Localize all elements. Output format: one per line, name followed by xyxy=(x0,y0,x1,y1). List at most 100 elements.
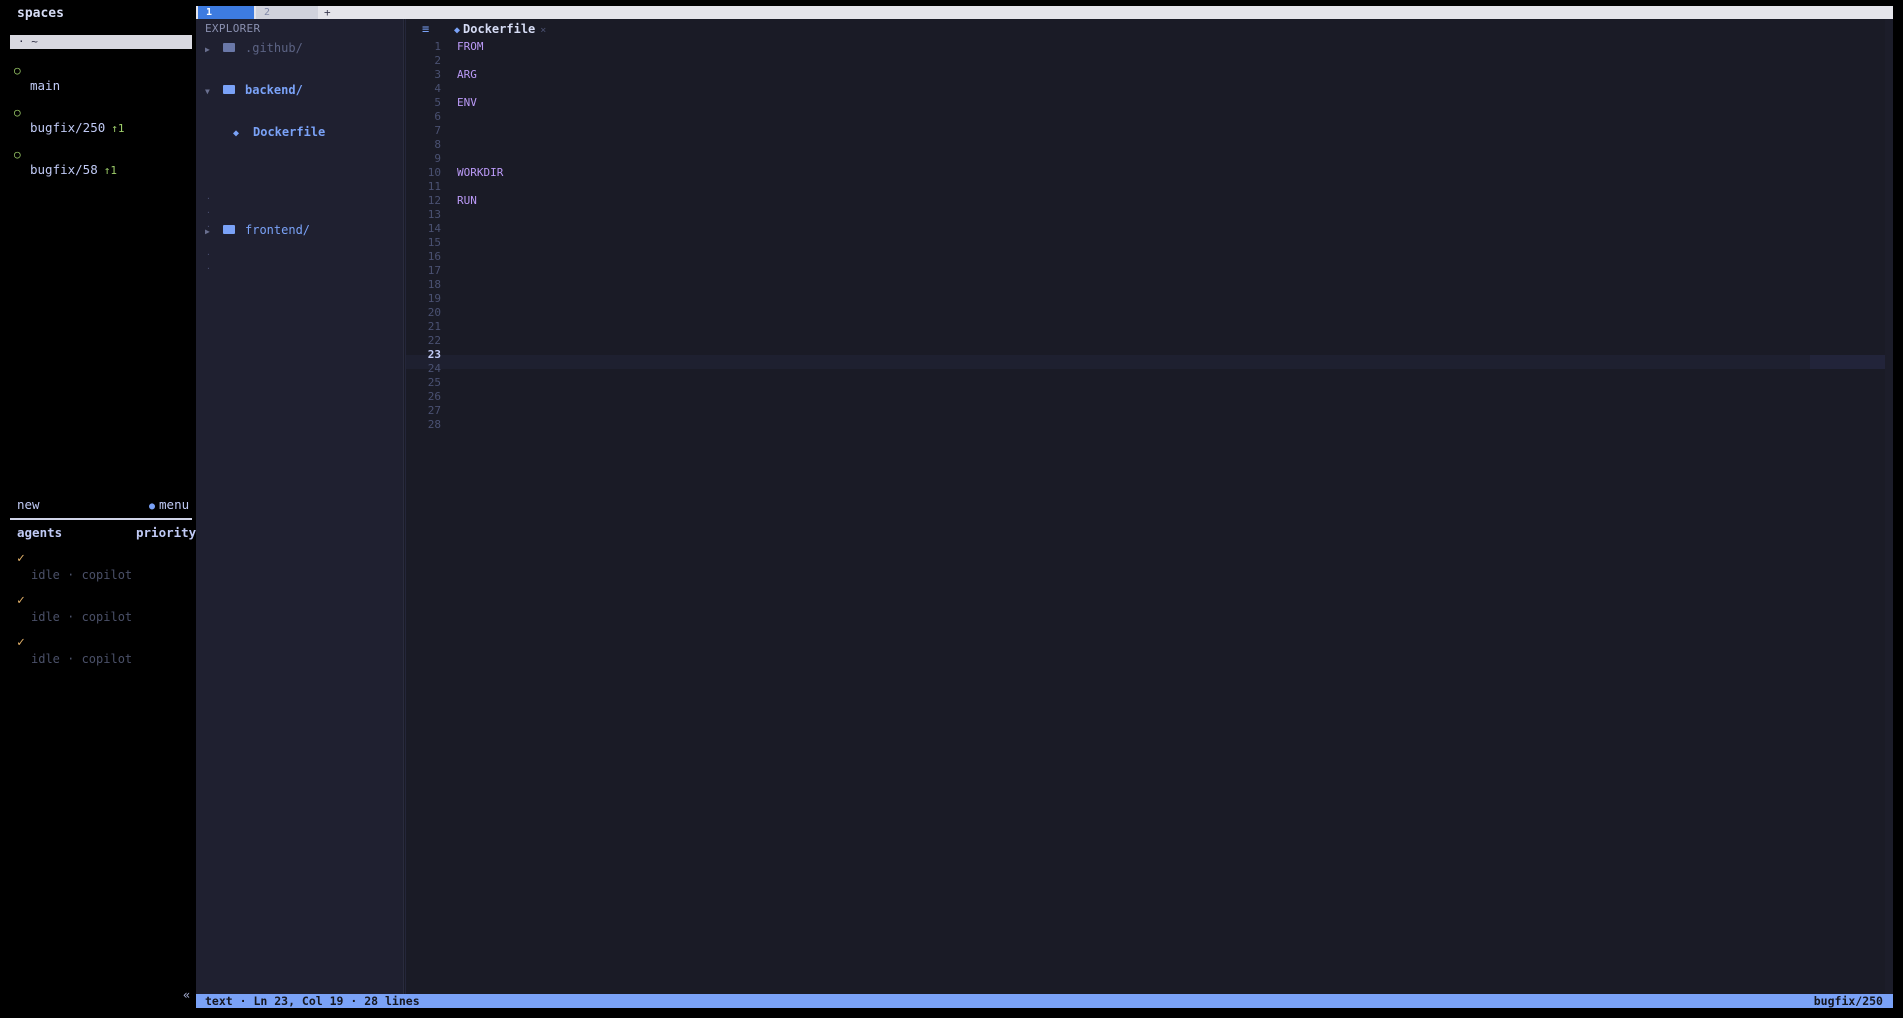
agents-header: agents xyxy=(17,525,63,540)
docker-icon: ◆ xyxy=(454,25,461,36)
space-item-bugfix-58[interactable]: ○ bugfix/58 ↑1 xyxy=(14,148,194,178)
tree-file-dockerfile[interactable]: ◆ Dockerfile xyxy=(233,124,325,140)
check-icon: ✓ xyxy=(17,635,25,650)
tree-folder-frontend[interactable]: ▶ frontend/ xyxy=(205,222,310,238)
tree-item-label: frontend/ xyxy=(245,223,311,237)
line-number: 3 xyxy=(434,68,441,81)
line-number: 16 xyxy=(427,250,441,263)
line-number: 22 xyxy=(427,334,441,347)
line-number: 23 xyxy=(427,348,441,361)
check-icon: ✓ xyxy=(17,551,25,566)
space-item-bugfix-250[interactable]: ○ bugfix/250 ↑1 xyxy=(14,106,194,136)
code-line-1: FROM xyxy=(457,40,484,53)
line-number: 5 xyxy=(434,96,441,109)
code-line-5: ENV xyxy=(457,96,477,109)
line-number: 19 xyxy=(427,292,441,305)
window-tab-1[interactable]: 1 xyxy=(198,6,254,19)
chevron-right-icon: ▶ xyxy=(205,227,210,236)
menu-icon[interactable]: ≡ xyxy=(422,22,429,36)
space-name: bugfix/58 xyxy=(30,162,98,177)
space-item-main[interactable]: ○ main xyxy=(14,64,194,94)
line-number: 11 xyxy=(427,180,441,193)
space-status-icon: ○ xyxy=(14,64,21,77)
add-tab-button[interactable]: + xyxy=(322,6,342,19)
line-number: 14 xyxy=(427,222,441,235)
window-tab-2[interactable]: 2 xyxy=(256,6,318,19)
chevron-right-icon: ▶ xyxy=(205,45,210,54)
space-name: bugfix/250 xyxy=(30,120,106,135)
collapse-sidebar-icon[interactable]: « xyxy=(183,988,190,1002)
close-icon[interactable]: × xyxy=(540,25,546,36)
current-line-marker xyxy=(1810,355,1890,369)
tree-guide: · xyxy=(206,208,211,217)
line-number: 15 xyxy=(427,236,441,249)
ahead-badge: ↑1 xyxy=(103,164,117,177)
tree-guide: · xyxy=(206,250,211,259)
agent-item[interactable]: ✓ idle · copilot xyxy=(17,635,192,667)
line-number: 12 xyxy=(427,194,441,207)
tree-item-label: .github/ xyxy=(245,41,303,55)
agent-status: idle · copilot xyxy=(31,652,133,666)
space-status-icon: ○ xyxy=(14,106,21,119)
folder-icon xyxy=(223,225,235,234)
sidebar-title: spaces xyxy=(17,6,64,21)
chevron-down-icon: ▼ xyxy=(205,87,210,96)
status-branch: bugfix/250 xyxy=(1813,994,1883,1008)
code-line-3: ARG xyxy=(457,68,477,81)
agent-status: idle · copilot xyxy=(31,568,133,582)
line-number: 17 xyxy=(427,264,441,277)
line-number: 9 xyxy=(434,152,441,165)
line-number: 1 xyxy=(434,40,441,53)
new-space-button[interactable]: new xyxy=(17,497,40,512)
file-tab-label: Dockerfile xyxy=(463,22,536,36)
line-number: 6 xyxy=(434,110,441,123)
priority-header[interactable]: priority xyxy=(136,525,196,540)
space-name: main xyxy=(30,78,61,93)
line-number: 4 xyxy=(434,82,441,95)
main-window: 1 2 + EXPLORER ▶ .github/ ▼ backend/ ◆ Dock… xyxy=(196,6,1893,1008)
line-number: 20 xyxy=(427,306,441,319)
folder-open-icon xyxy=(223,85,235,94)
line-number: 8 xyxy=(434,138,441,151)
ahead-badge: ↑1 xyxy=(111,122,125,135)
tree-guide: · xyxy=(206,194,211,203)
status-bar: text · Ln 23, Col 19 · 28 lines bugfix/2… xyxy=(196,994,1893,1008)
space-status-icon: ○ xyxy=(14,148,21,161)
menu-dot-icon: ● xyxy=(149,501,156,512)
line-number: 27 xyxy=(427,404,441,417)
tree-guide: · xyxy=(206,264,211,273)
code-line-10: WORKDIR xyxy=(457,166,504,179)
docker-icon: ◆ xyxy=(233,128,240,139)
folder-icon xyxy=(223,43,235,52)
code-editor[interactable]: ≡ ◆ Dockerfile × 1 2 3 4 5 6 7 8 9 10 11 12 13 14 15 16 17… xyxy=(405,19,1893,994)
line-number: 25 xyxy=(427,376,441,389)
tree-item-label: backend/ xyxy=(245,83,303,97)
line-number: 7 xyxy=(434,124,441,137)
agent-item[interactable]: ✓ idle · copilot xyxy=(17,551,192,583)
line-number: 18 xyxy=(427,278,441,291)
file-explorer: EXPLORER ▶ .github/ ▼ backend/ ◆ Dockerfile… xyxy=(196,19,404,994)
spaces-sidebar: spaces · ~ ○ main ○ bugfix/250 ↑1 ○ bugfi… xyxy=(0,0,196,1018)
line-number: 21 xyxy=(427,320,441,333)
space-home[interactable]: · ~ xyxy=(10,35,192,49)
menu-button[interactable]: ● menu xyxy=(149,497,189,512)
window-tab-bar: 1 2 + xyxy=(196,6,1893,19)
tree-folder-github[interactable]: ▶ .github/ xyxy=(205,40,303,56)
menu-label: menu xyxy=(159,497,190,512)
current-line-highlight xyxy=(405,355,1893,369)
tree-item-label: Dockerfile xyxy=(253,125,326,139)
line-number: 13 xyxy=(427,208,441,221)
sidebar-divider xyxy=(10,518,192,520)
line-number: 2 xyxy=(434,54,441,67)
file-tab-dockerfile[interactable]: ◆ Dockerfile × xyxy=(454,22,546,36)
check-icon: ✓ xyxy=(17,593,25,608)
tree-folder-backend[interactable]: ▼ backend/ xyxy=(205,82,303,98)
agent-status: idle · copilot xyxy=(31,610,133,624)
line-number: 28 xyxy=(427,418,441,431)
agent-item[interactable]: ✓ idle · copilot xyxy=(17,593,192,625)
explorer-header: EXPLORER xyxy=(205,22,261,35)
line-number: 10 xyxy=(427,166,441,179)
code-line-12: RUN xyxy=(457,194,477,207)
scrollbar[interactable] xyxy=(1885,19,1893,994)
line-number: 24 xyxy=(427,362,441,375)
